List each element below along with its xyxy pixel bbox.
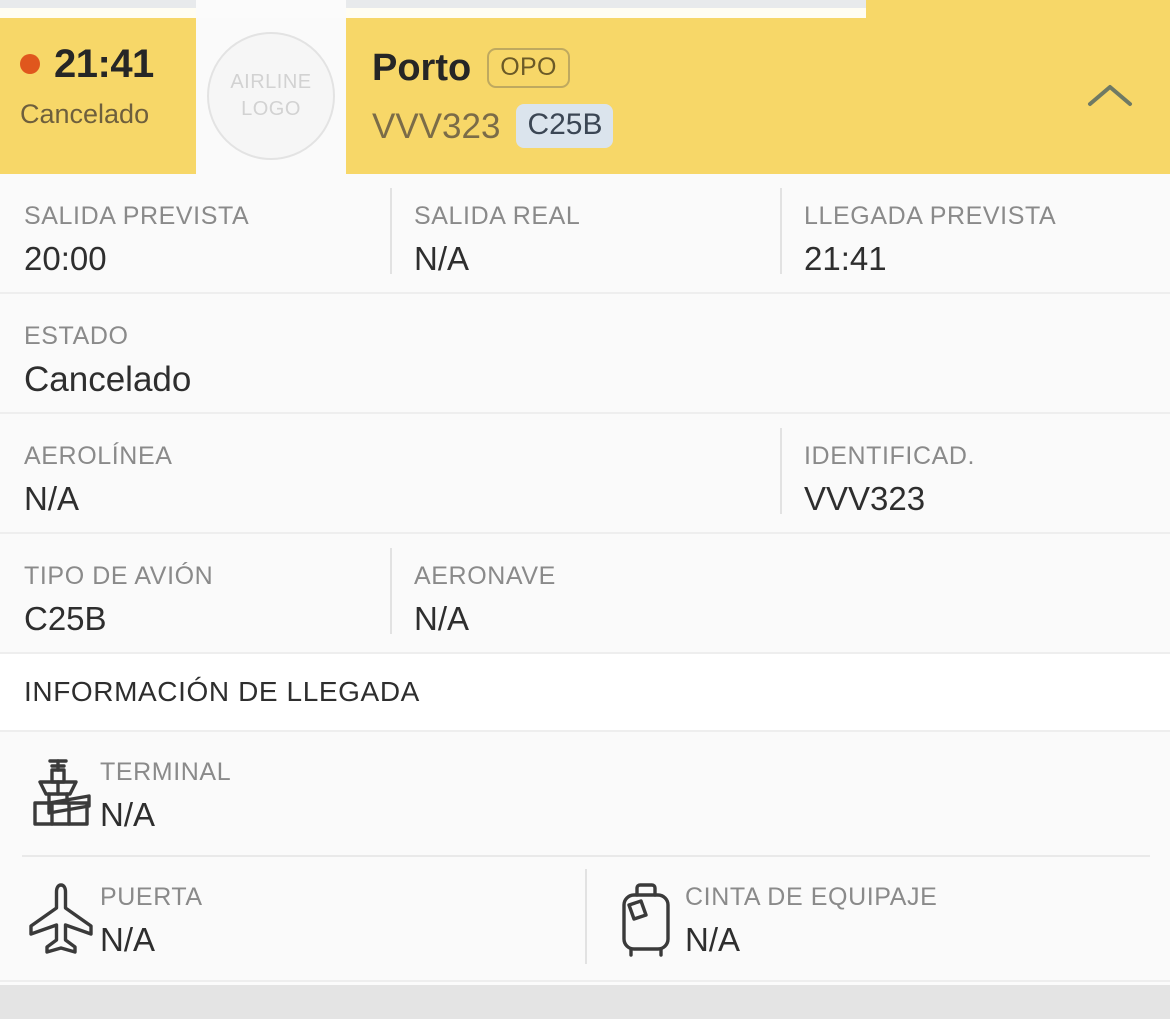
gate-baggage-row: PUERTA N/A CINTA DE EQUIPAJE N/A bbox=[0, 857, 1170, 982]
field-value: 20:00 bbox=[24, 240, 107, 277]
field-label: SALIDA PREVISTA bbox=[24, 202, 250, 230]
field-value: VVV323 bbox=[804, 480, 926, 517]
terminal-text: TERMINAL N/A bbox=[100, 754, 232, 833]
field-aircraft-type: TIPO DE AVIÓN C25B bbox=[0, 534, 390, 652]
field-label: AEROLÍNEA bbox=[24, 442, 173, 470]
header-time-column: 21:41 Cancelado bbox=[0, 18, 196, 174]
field-baggage-belt: CINTA DE EQUIPAJE N/A bbox=[585, 857, 1170, 980]
baggage-text: CINTA DE EQUIPAJE N/A bbox=[685, 879, 938, 958]
top-edge-next-card bbox=[866, 0, 1170, 18]
flight-identifier: VVV323 bbox=[372, 106, 501, 146]
header-toggle-column[interactable] bbox=[1050, 18, 1170, 174]
status-row: ESTADO Cancelado bbox=[0, 294, 1170, 414]
iata-code-badge: OPO bbox=[487, 48, 570, 88]
header-status-label: Cancelado bbox=[20, 99, 150, 129]
arrival-section-title: INFORMACIÓN DE LLEGADA bbox=[24, 676, 420, 707]
header-destination-line: Porto OPO bbox=[372, 48, 1050, 88]
field-scheduled-departure: SALIDA PREVISTA 20:00 bbox=[0, 174, 390, 292]
flight-detail-rows: SALIDA PREVISTA 20:00 SALIDA REAL N/A LL… bbox=[0, 174, 1170, 982]
field-label: PUERTA bbox=[100, 883, 203, 911]
field-value: N/A bbox=[24, 480, 80, 517]
field-label: CINTA DE EQUIPAJE bbox=[685, 883, 938, 911]
field-aircraft: AERONAVE N/A bbox=[390, 534, 1170, 652]
flight-header[interactable]: 21:41 Cancelado AIRLINE LOGO Porto OPO V… bbox=[0, 18, 1170, 174]
suitcase-icon bbox=[607, 879, 685, 959]
airline-logo-circle: AIRLINE LOGO bbox=[207, 32, 335, 160]
chevron-up-icon[interactable] bbox=[1087, 82, 1133, 108]
gate-text: PUERTA N/A bbox=[100, 879, 203, 958]
airline-row: AEROLÍNEA N/A IDENTIFICAD. VVV323 bbox=[0, 414, 1170, 534]
field-value: 21:41 bbox=[804, 240, 887, 277]
field-status: ESTADO Cancelado bbox=[0, 294, 1170, 412]
field-value: Cancelado bbox=[24, 360, 192, 399]
field-label: TERMINAL bbox=[100, 758, 232, 786]
field-value: N/A bbox=[414, 600, 470, 637]
airplane-icon bbox=[22, 879, 100, 955]
arrival-section-header: INFORMACIÓN DE LLEGADA bbox=[0, 654, 1170, 732]
airline-logo-placeholder: AIRLINE LOGO bbox=[196, 18, 346, 174]
field-label: TIPO DE AVIÓN bbox=[24, 562, 214, 590]
field-scheduled-arrival: LLEGADA PREVISTA 21:41 bbox=[780, 174, 1170, 292]
field-value: N/A bbox=[100, 921, 156, 958]
header-time-line: 21:41 bbox=[20, 44, 196, 84]
status-dot-icon bbox=[20, 54, 40, 74]
field-airline: AEROLÍNEA N/A bbox=[0, 414, 780, 532]
field-label: LLEGADA PREVISTA bbox=[804, 202, 1057, 230]
field-label: IDENTIFICAD. bbox=[804, 442, 976, 470]
aircraft-row: TIPO DE AVIÓN C25B AERONAVE N/A bbox=[0, 534, 1170, 654]
header-main-column: Porto OPO VVV323 C25B bbox=[346, 18, 1050, 174]
field-value: N/A bbox=[100, 796, 156, 833]
field-gate: PUERTA N/A bbox=[0, 857, 585, 980]
field-actual-departure: SALIDA REAL N/A bbox=[390, 174, 780, 292]
header-flight-line: VVV323 C25B bbox=[372, 104, 1050, 148]
header-time: 21:41 bbox=[54, 42, 154, 86]
destination-city: Porto bbox=[372, 47, 472, 89]
airline-logo-line2: LOGO bbox=[241, 98, 301, 120]
field-terminal: TERMINAL N/A bbox=[0, 732, 1170, 857]
terminal-row: TERMINAL N/A bbox=[0, 732, 1170, 857]
field-label: SALIDA REAL bbox=[414, 202, 581, 230]
top-edge-logo-gap bbox=[196, 0, 346, 18]
aircraft-type-badge: C25B bbox=[516, 104, 614, 148]
airline-logo-line1: AIRLINE bbox=[230, 71, 312, 93]
times-row: SALIDA PREVISTA 20:00 SALIDA REAL N/A LL… bbox=[0, 174, 1170, 294]
field-value: N/A bbox=[685, 921, 741, 958]
control-tower-icon bbox=[22, 754, 100, 828]
field-label: AERONAVE bbox=[414, 562, 556, 590]
flight-detail-card: 21:41 Cancelado AIRLINE LOGO Porto OPO V… bbox=[0, 0, 1170, 1019]
field-value: N/A bbox=[414, 240, 470, 277]
bottom-edge-strip bbox=[0, 985, 1170, 1019]
field-value: C25B bbox=[24, 600, 107, 637]
field-label: ESTADO bbox=[24, 322, 129, 350]
field-identifier: IDENTIFICAD. VVV323 bbox=[780, 414, 1170, 532]
